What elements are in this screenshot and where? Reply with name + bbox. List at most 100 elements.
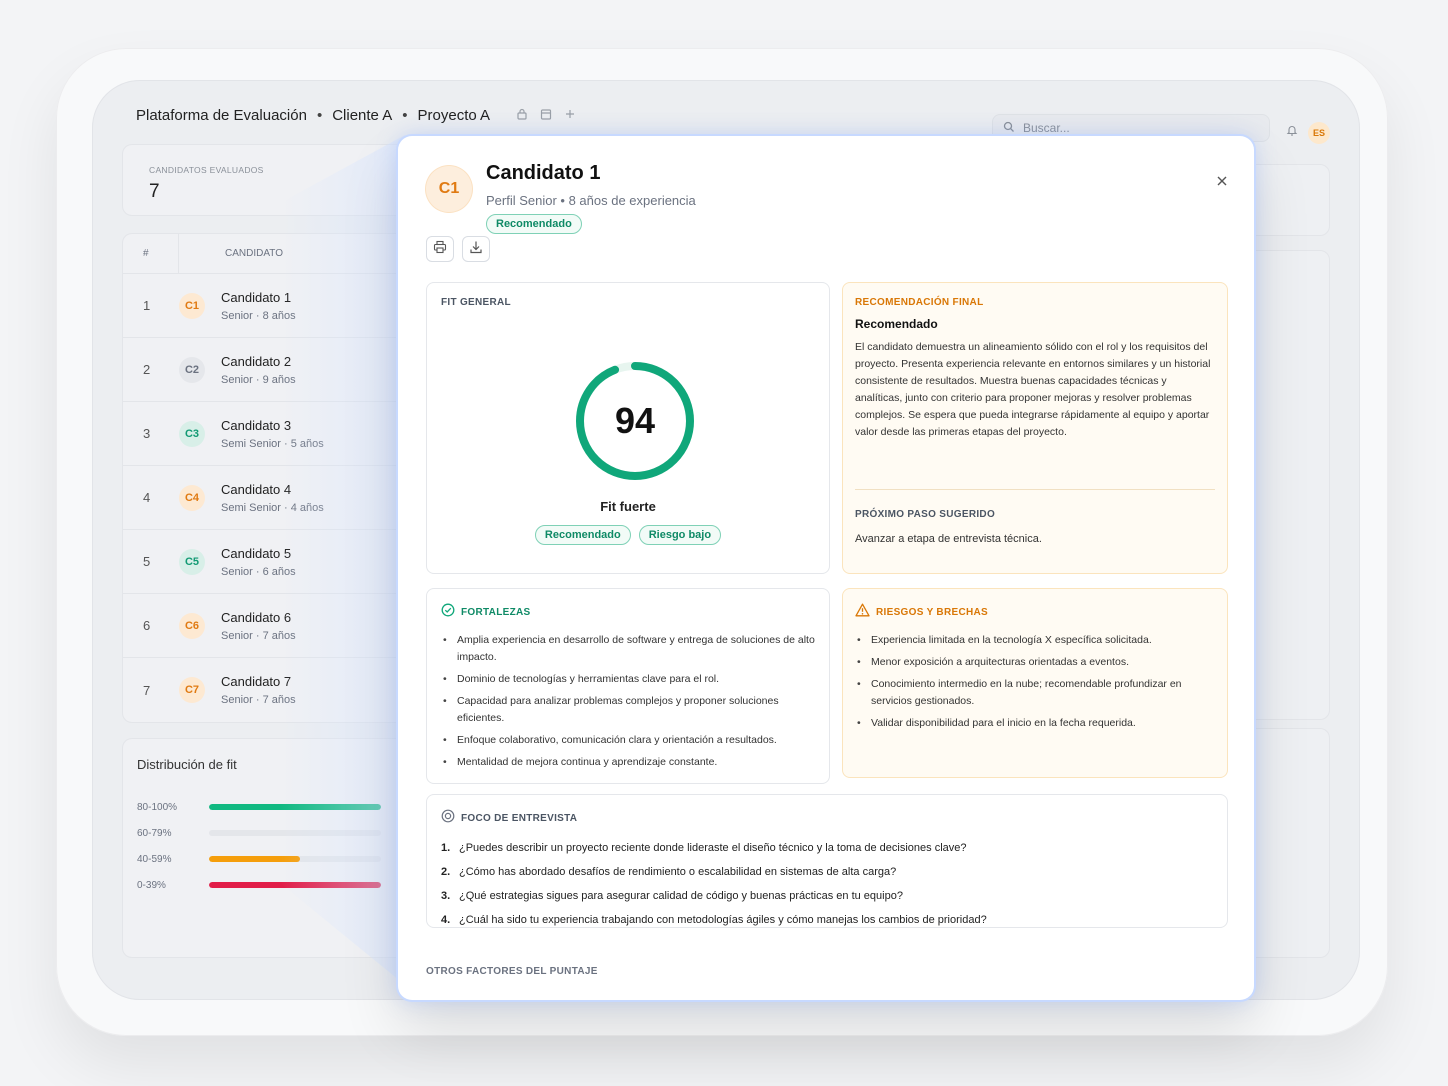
next-step-label: PRÓXIMO PASO SUGERIDO — [855, 509, 996, 520]
table-row[interactable]: 4 C4 Candidato 4 Semi Senior · 4 años — [123, 466, 421, 530]
candidate-name: Candidato 1 — [221, 289, 292, 305]
stats-value: 7 — [149, 181, 160, 202]
language-badge[interactable]: ES — [1308, 122, 1330, 144]
candidate-info: Candidato 3 Semi Senior · 5 años — [221, 418, 324, 450]
candidate-info: Candidato 4 Semi Senior · 4 años — [221, 482, 324, 514]
distribution-track — [209, 804, 381, 810]
download-button[interactable] — [462, 236, 490, 262]
candidate-name: Candidato 4 — [221, 481, 292, 497]
avatar: C7 — [179, 677, 205, 703]
distribution-label: 40-59% — [137, 853, 172, 865]
risks-header: RIESGOS Y BRECHAS — [855, 603, 1215, 622]
table-header: # CANDIDATO — [123, 234, 421, 274]
next-step-text: Avanzar a etapa de entrevista técnica. — [855, 533, 1042, 545]
row-index: 1 — [143, 298, 151, 313]
row-index: 4 — [143, 490, 151, 505]
distribution-track — [209, 882, 381, 888]
warning-icon — [855, 603, 870, 622]
row-index: 5 — [143, 554, 151, 569]
interview-question: 2. ¿Cómo has abordado desafíos de rendimi… — [441, 860, 1213, 884]
check-circle-icon — [441, 603, 455, 622]
candidate-info: Candidato 7 Senior · 7 años — [221, 674, 296, 706]
strengths-card: FORTALEZAS Amplia experiencia en desarro… — [426, 588, 830, 784]
column-candidate: CANDIDATO — [225, 248, 283, 259]
candidate-meta: Senior · 7 años — [221, 694, 296, 706]
print-button[interactable] — [426, 236, 454, 262]
distribution-track — [209, 856, 381, 862]
row-index: 6 — [143, 618, 151, 633]
question-number: 4. — [441, 914, 451, 926]
breadcrumb-platform[interactable]: Plataforma de Evaluación — [136, 107, 307, 124]
avatar: C6 — [179, 612, 205, 639]
candidate-meta: Semi Senior · 5 años — [221, 437, 324, 450]
distribution-title: Distribución de fit — [137, 757, 237, 772]
question-number: 3. — [441, 890, 451, 902]
table-row[interactable]: 3 C3 Candidato 3 Semi Senior · 5 años — [123, 402, 421, 466]
risks-list: Experiencia limitada en la tecnología X … — [855, 632, 1215, 732]
breadcrumb-separator: • — [402, 106, 408, 124]
row-index: 2 — [143, 362, 151, 377]
avatar: C1 — [179, 292, 205, 319]
fit-verdict: Fit fuerte — [600, 499, 656, 514]
candidate-meta: Senior · 8 años — [221, 309, 296, 322]
table-row[interactable]: 7 C7 Candidato 7 Senior · 7 años — [123, 658, 421, 722]
question-text: ¿Puedes describir un proyecto reciente d… — [459, 842, 967, 854]
candidate-meta: Semi Senior · 4 años — [221, 501, 324, 514]
table-row[interactable]: 1 C1 Candidato 1 Senior · 8 años — [123, 274, 421, 338]
candidate-name: Candidato 3 — [221, 417, 292, 433]
search-placeholder: Buscar... — [1023, 121, 1070, 135]
fit-gauge: 94 — [573, 359, 697, 483]
lock-icon[interactable] — [516, 108, 528, 123]
candidate-detail-modal: C1 Candidato 1 Perfil Senior • 8 años de… — [398, 136, 1254, 1000]
strength-item: Amplia experiencia en desarrollo de soft… — [441, 632, 815, 666]
close-icon[interactable] — [1216, 174, 1228, 192]
candidate-name: Candidato 6 — [221, 609, 292, 625]
interview-question: 1. ¿Puedes describir un proyecto reciente… — [441, 836, 1213, 860]
strength-item: Dominio de tecnologías y herramientas cl… — [441, 671, 815, 688]
candidate-info: Candidato 1 Senior · 8 años — [221, 290, 296, 322]
download-icon — [469, 240, 483, 259]
distribution-label: 0-39% — [137, 879, 166, 891]
bell-icon[interactable] — [1286, 124, 1298, 139]
breadcrumb: Plataforma de Evaluación • Cliente A • P… — [136, 107, 490, 124]
breadcrumb-client[interactable]: Cliente A — [332, 107, 392, 124]
risks-label: RIESGOS Y BRECHAS — [876, 607, 988, 618]
candidates-table: # CANDIDATO 1 C1 Candidato 1 Senior · 8 año… — [122, 233, 422, 723]
interview-question: 3. ¿Qué estrategias sigues para asegurar … — [441, 884, 1213, 908]
breadcrumb-project[interactable]: Proyecto A — [418, 107, 491, 124]
column-index: # — [123, 234, 179, 273]
strength-item: Enfoque colaborativo, comunicación clara… — [441, 732, 815, 749]
strengths-label: FORTALEZAS — [461, 607, 531, 618]
recommendation-title: Recomendado — [855, 317, 938, 331]
distribution-bars: 80-100% 60-79% 40-59% 0-39% — [123, 794, 421, 898]
question-text: ¿Cómo has abordado desafíos de rendimien… — [459, 866, 897, 878]
candidate-name: Candidato 2 — [221, 353, 292, 369]
strength-item: Capacidad para analizar problemas comple… — [441, 693, 815, 727]
interview-focus-label: FOCO DE ENTREVISTA — [461, 813, 578, 824]
fit-distribution-card: Distribución de fit 80-100% 60-79% 40-59% 0… — [122, 738, 422, 958]
table-row[interactable]: 2 C2 Candidato 2 Senior · 9 años — [123, 338, 421, 402]
question-number: 1. — [441, 842, 451, 854]
table-body: 1 C1 Candidato 1 Senior · 8 años 2 C2 Candidat… — [123, 274, 421, 722]
modal-toolbar — [426, 236, 490, 262]
table-row[interactable]: 6 C6 Candidato 6 Senior · 7 años — [123, 594, 421, 658]
breadcrumb-separator: • — [316, 106, 323, 124]
calendar-icon[interactable] — [540, 108, 552, 123]
candidate-info: Candidato 5 Senior · 6 años — [221, 546, 296, 578]
distribution-row: 60-79% — [123, 820, 421, 846]
distribution-row: 80-100% — [123, 794, 421, 820]
fit-label: FIT GENERAL — [441, 297, 511, 308]
strengths-header: FORTALEZAS — [441, 603, 815, 622]
avatar: C2 — [179, 356, 205, 383]
plus-icon[interactable] — [564, 108, 576, 123]
recommendation-card: RECOMENDACIÓN FINAL Recomendado El candi… — [842, 282, 1228, 574]
interview-questions: 1. ¿Puedes describir un proyecto reciente… — [441, 836, 1213, 932]
toolbar-icons — [516, 108, 576, 123]
question-text: ¿Qué estrategias sigues para asegurar ca… — [459, 890, 903, 902]
distribution-fill — [209, 804, 381, 810]
target-icon — [441, 809, 455, 828]
table-row[interactable]: 5 C5 Candidato 5 Senior · 6 años — [123, 530, 421, 594]
distribution-track — [209, 830, 381, 836]
distribution-label: 80-100% — [137, 801, 178, 813]
fit-card: FIT GENERAL 94 Fit fuerte Recomendado Ri… — [426, 282, 830, 574]
